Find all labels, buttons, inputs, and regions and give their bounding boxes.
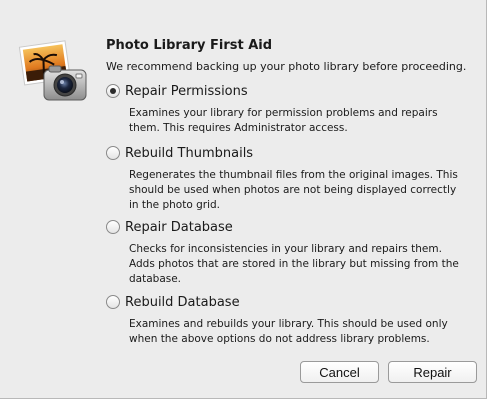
description-line: Checks for inconsistencies in your libra… (129, 243, 442, 255)
description-line: when the above options do not address li… (129, 333, 430, 345)
description-line: database. (129, 273, 182, 285)
description-line: Examines and rebuilds your library. This… (129, 318, 448, 330)
first-aid-dialog: Photo Library First Aid We recommend bac… (0, 0, 487, 399)
description-line: Adds photos that are stored in the libra… (129, 258, 459, 270)
repair-permissions-label[interactable]: Repair Permissions (125, 84, 248, 99)
description-line: them. This requires Administrator access… (129, 122, 348, 134)
option-rebuild-database: Rebuild Database Examines and rebuilds y… (106, 292, 476, 347)
radio-selected-dot (110, 88, 116, 94)
repair-permissions-radio-row[interactable]: Repair Permissions (106, 81, 476, 101)
rebuild-database-radio[interactable] (106, 295, 120, 309)
rebuild-thumbnails-radio[interactable] (106, 146, 120, 160)
repair-database-radio[interactable] (106, 220, 120, 234)
rebuild-database-description: Examines and rebuilds your library. This… (129, 317, 476, 347)
cancel-button[interactable]: Cancel (300, 361, 379, 383)
dialog-subtitle: We recommend backing up your photo libra… (106, 60, 467, 73)
description-line: Regenerates the thumbnail files from the… (129, 169, 458, 181)
iphoto-camera-icon (18, 40, 90, 106)
repair-database-description: Checks for inconsistencies in your libra… (129, 242, 476, 287)
rebuild-thumbnails-radio-row[interactable]: Rebuild Thumbnails (106, 143, 476, 163)
dialog-title: Photo Library First Aid (106, 38, 273, 53)
option-repair-database: Repair Database Checks for inconsistenci… (106, 217, 476, 287)
rebuild-thumbnails-description: Regenerates the thumbnail files from the… (129, 168, 476, 213)
option-rebuild-thumbnails: Rebuild Thumbnails Regenerates the thumb… (106, 143, 476, 213)
repair-button[interactable]: Repair (388, 361, 477, 383)
option-repair-permissions: Repair Permissions Examines your library… (106, 81, 476, 136)
rebuild-database-radio-row[interactable]: Rebuild Database (106, 292, 476, 312)
repair-database-label[interactable]: Repair Database (125, 220, 233, 235)
description-line: Examines your library for permission pro… (129, 107, 438, 119)
description-line: in the photo grid. (129, 199, 221, 211)
description-line: should be used when photos are not being… (129, 184, 457, 196)
rebuild-thumbnails-label[interactable]: Rebuild Thumbnails (125, 146, 253, 161)
repair-database-radio-row[interactable]: Repair Database (106, 217, 476, 237)
rebuild-database-label[interactable]: Rebuild Database (125, 295, 240, 310)
repair-permissions-radio[interactable] (106, 84, 120, 98)
repair-permissions-description: Examines your library for permission pro… (129, 106, 476, 136)
